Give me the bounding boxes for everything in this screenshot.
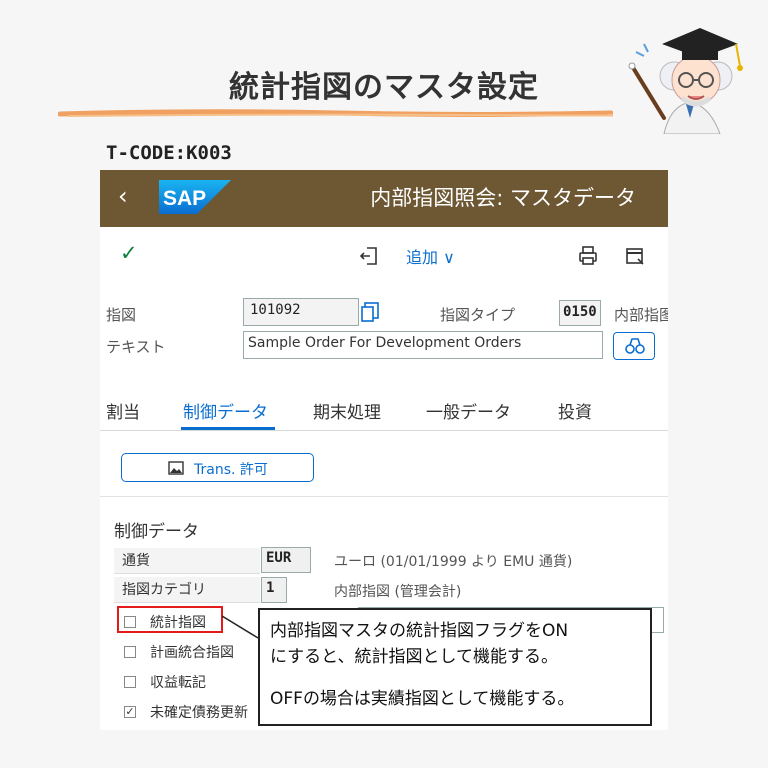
currency-label: 通貨	[114, 548, 260, 574]
revenue-posting-label: 収益転記	[150, 675, 206, 691]
professor-mascot-icon	[628, 28, 743, 134]
trans-permit-label: Trans. 許可	[194, 462, 268, 478]
tab-period-end[interactable]: 期末処理	[313, 398, 381, 423]
tab-investment[interactable]: 投資	[558, 398, 592, 423]
tab-control-data[interactable]: 制御データ	[183, 398, 268, 423]
title-underline	[58, 109, 613, 117]
window-icon[interactable]	[624, 245, 646, 267]
tab-general-data[interactable]: 一般データ	[426, 398, 511, 423]
divider	[100, 496, 668, 497]
shell-bar: ‹ SAP 内部指図照会: マスタデータ	[100, 170, 668, 227]
order-category-label: 指図カテゴリ	[114, 577, 260, 603]
svg-text:SAP: SAP	[163, 187, 206, 210]
tcode-label: T-CODE:K003	[106, 142, 232, 164]
check-icon[interactable]: ✓	[120, 241, 138, 265]
exit-icon[interactable]	[358, 245, 380, 267]
add-menu-button[interactable]: 追加 ∨	[406, 244, 455, 268]
callout-line-3: OFFの場合は実績指図として機能する。	[270, 689, 575, 709]
order-category-description: 内部指図 (管理会計)	[334, 584, 462, 600]
callout-connector	[222, 615, 259, 639]
callout-line-1: 内部指図マスタの統計指図フラグをON	[270, 621, 569, 641]
currency-input[interactable]: EUR	[261, 547, 311, 573]
copy-icon[interactable]	[360, 301, 380, 323]
tab-bar: 割当 制御データ 期末処理 一般データ 投資	[100, 396, 668, 431]
binoculars-icon	[625, 338, 645, 354]
order-number-input[interactable]: 101092	[243, 298, 359, 326]
long-text-button[interactable]	[613, 332, 655, 360]
plan-integrated-order-checkbox[interactable]	[124, 646, 136, 658]
order-category-input[interactable]: 1	[261, 577, 287, 603]
order-type-label: 指図タイプ	[440, 306, 516, 324]
currency-description: ユーロ (01/01/1999 より EMU 通貨)	[334, 554, 573, 570]
sap-logo: SAP	[159, 180, 231, 214]
explanation-callout: 内部指図マスタの統計指図フラグをON にすると、統計指図として機能する。 OFF…	[258, 608, 652, 726]
commitment-update-label: 未確定債務更新	[150, 705, 248, 721]
callout-line-2: にすると、統計指図として機能する。	[270, 647, 558, 667]
callout-spacer	[270, 670, 640, 686]
image-icon	[168, 461, 184, 475]
text-label: テキスト	[106, 338, 166, 356]
order-type-description: 内部指图	[614, 306, 668, 324]
active-tab-indicator	[181, 427, 275, 430]
chevron-left-icon[interactable]: ‹	[118, 182, 128, 210]
order-type-input[interactable]: 0150	[559, 300, 601, 326]
toolbar: ✓ 追加 ∨	[100, 227, 668, 287]
section-title: 制御データ	[114, 522, 199, 542]
plan-integrated-order-label: 計画統合指図	[150, 645, 234, 661]
trans-permit-button[interactable]: Trans. 許可	[121, 453, 314, 482]
revenue-posting-checkbox[interactable]	[124, 676, 136, 688]
tab-assignment[interactable]: 割当	[106, 398, 140, 423]
print-icon[interactable]	[577, 245, 599, 267]
description-input[interactable]: Sample Order For Development Orders	[243, 331, 603, 359]
commitment-update-checkbox[interactable]: ✓	[124, 706, 136, 718]
shell-title: 内部指図照会: マスタデータ	[370, 186, 636, 210]
order-label: 指図	[106, 306, 137, 324]
highlight-box	[117, 606, 223, 633]
